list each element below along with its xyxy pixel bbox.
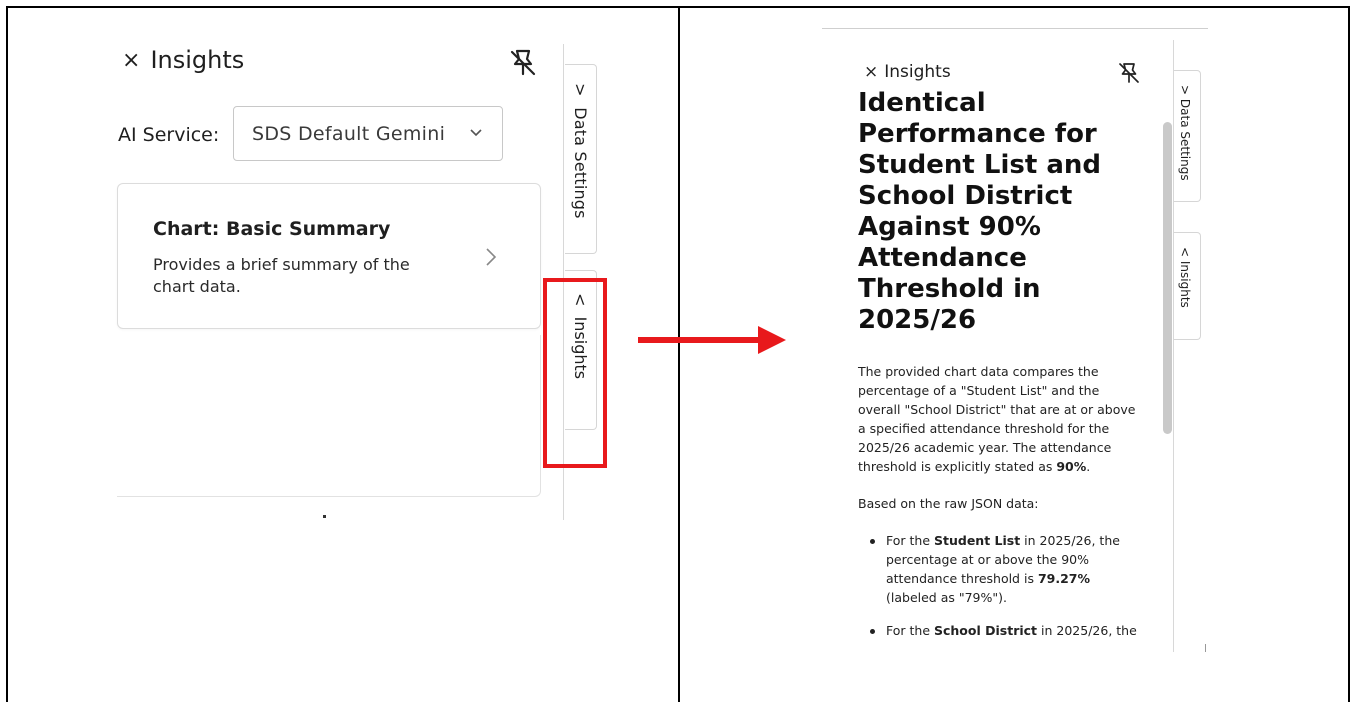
stray-dot [323, 515, 326, 518]
insights-tab-highlight [543, 278, 607, 468]
close-icon: × [122, 47, 141, 73]
insight-heading: Identical Performance for Student List a… [858, 88, 1102, 335]
list-item: For the School District in 2025/26, the [866, 621, 1143, 640]
chevron-right-icon [486, 248, 497, 266]
unpin-icon[interactable] [508, 48, 538, 78]
arrow-right-icon [638, 326, 786, 354]
panel-title: Insights [884, 62, 951, 82]
insights-close-button[interactable]: × Insights [864, 62, 951, 82]
tab-data-settings[interactable]: > Data Settings [1174, 70, 1201, 202]
tab-data-settings-label: > Data Settings [1178, 85, 1192, 181]
panel-top-border [822, 28, 1208, 29]
tab-data-settings-label: > Data Settings [571, 83, 590, 219]
tab-insights-label: < Insights [1178, 247, 1192, 308]
insights-close-button[interactable]: × Insights [122, 46, 244, 74]
ai-service-label: AI Service: [118, 124, 220, 146]
chevron-down-icon [470, 129, 482, 137]
frame-right [1348, 6, 1350, 702]
chevron-right-icon: > [1178, 85, 1192, 96]
card-description: Provides a brief summary of the chart da… [153, 255, 410, 296]
frame-left [6, 6, 8, 702]
chart-basic-summary-card[interactable]: Chart: Basic Summary Provides a brief su… [117, 183, 541, 329]
chevron-left-icon: < [1178, 247, 1192, 258]
insight-bullet-list: For the Student List in 2025/26, the per… [866, 531, 1143, 640]
ai-service-value: SDS Default Gemini [252, 122, 446, 145]
insight-paragraph: Based on the raw JSON data: [858, 496, 1039, 511]
ai-service-select[interactable]: SDS Default Gemini [233, 106, 503, 161]
unpin-icon[interactable] [1118, 62, 1140, 84]
insights-content-viewport[interactable]: × Insights Identical Performance for Stu… [822, 40, 1162, 650]
close-icon: × [864, 62, 879, 82]
insight-paragraph: The provided chart data compares the per… [858, 364, 1136, 474]
panel-title: Insights [150, 46, 245, 74]
card-title: Chart: Basic Summary [153, 218, 391, 240]
scrollbar-thumb[interactable] [1163, 122, 1172, 434]
card-shadow-outline [117, 335, 541, 497]
insight-body: The provided chart data compares the per… [858, 362, 1143, 650]
list-item: For the Student List in 2025/26, the per… [866, 531, 1143, 607]
tab-insights[interactable]: < Insights [1174, 232, 1201, 340]
chevron-right-icon: > [571, 83, 590, 97]
stray-tick [1205, 644, 1206, 652]
tab-data-settings[interactable]: > Data Settings [565, 64, 597, 254]
